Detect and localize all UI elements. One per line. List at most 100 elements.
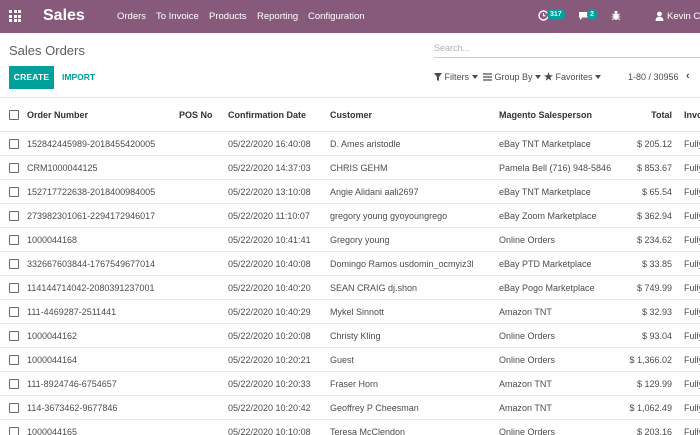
table-row[interactable]: 111-4469287-2511441 05/22/2020 10:40:29 My…	[0, 300, 700, 324]
table-row[interactable]: CRM1000044125 05/22/2020 14:37:03 CHRIS GE…	[0, 156, 700, 180]
row-checkbox[interactable]	[9, 427, 19, 435]
table-row[interactable]: 1000044165 05/22/2020 10:10:08 Teresa McCl…	[0, 420, 700, 435]
groupby-dropdown[interactable]: Group By	[483, 72, 542, 82]
customer-cell: Geoffrey P Cheesman	[330, 403, 419, 413]
row-checkbox[interactable]	[9, 187, 19, 197]
table-header: Order Number POS No Confirmation Date Cu…	[0, 98, 700, 132]
customer-cell: SEAN CRAIG dj.shon	[330, 283, 418, 293]
favorites-dropdown[interactable]: Favorites	[544, 72, 602, 82]
column-total[interactable]: Total	[626, 110, 672, 120]
debug-bug-icon[interactable]	[611, 10, 621, 21]
row-checkbox[interactable]	[9, 403, 19, 413]
row-checkbox[interactable]	[9, 379, 19, 389]
row-checkbox[interactable]	[9, 283, 19, 293]
pager-value[interactable]: 1-80 / 30956	[628, 72, 679, 82]
menu-reporting[interactable]: Reporting	[257, 11, 298, 22]
create-button[interactable]: CREATE	[9, 66, 54, 89]
search-input[interactable]: Search...	[434, 43, 470, 53]
table-row[interactable]: 114144714042-2080391237001 05/22/2020 10:…	[0, 276, 700, 300]
customer-cell: Gregory young	[330, 235, 390, 245]
confirmation-date-cell: 05/22/2020 10:40:08	[228, 259, 311, 269]
column-customer[interactable]: Customer	[330, 110, 495, 120]
confirmation-date-cell: 05/22/2020 10:40:29	[228, 307, 311, 317]
column-magento-salesperson[interactable]: Magento Salesperson	[499, 110, 624, 120]
caret-down-icon	[471, 75, 478, 79]
row-checkbox[interactable]	[9, 259, 19, 269]
user-name[interactable]: Kevin Clor (te	[667, 11, 700, 22]
row-checkbox[interactable]	[9, 355, 19, 365]
row-checkbox[interactable]	[9, 331, 19, 341]
table-row[interactable]: 273982301061-2294172946017 05/22/2020 11:…	[0, 204, 700, 228]
order-number-cell: 1000044168	[27, 235, 78, 245]
invoice-status-cell: Fully	[684, 355, 700, 365]
column-invoice-status[interactable]: Invo	[684, 110, 700, 120]
table-row[interactable]: 1000044168 05/22/2020 10:41:41 Gregory you…	[0, 228, 700, 252]
order-number-cell: 152717722638-2018400984005	[27, 187, 156, 197]
column-order-number[interactable]: Order Number	[27, 110, 177, 120]
table-row[interactable]: 332667603844-1767549677014 05/22/2020 10:…	[0, 252, 700, 276]
salesperson-cell: Amazon TNT	[499, 403, 552, 413]
order-number-cell: 332667603844-1767549677014	[27, 259, 156, 269]
order-number-cell: 1000044162	[27, 331, 78, 341]
total-cell: $ 93.04	[641, 331, 672, 341]
menu-orders[interactable]: Orders	[117, 11, 146, 22]
total-cell: $ 749.99	[636, 283, 672, 293]
customer-cell: Christy Kling	[330, 331, 381, 341]
row-checkbox[interactable]	[9, 235, 19, 245]
menu-to-invoice[interactable]: To Invoice	[156, 11, 199, 22]
customer-cell: Guest	[330, 355, 355, 365]
table-row[interactable]: 1000044164 05/22/2020 10:20:21 Guest Online…	[0, 348, 700, 372]
customer-cell: Fraser Horn	[330, 379, 379, 389]
invoice-status-cell: Fully	[684, 307, 700, 317]
order-number-cell: 111-8924746-6754657	[27, 379, 117, 389]
total-cell: $ 129.99	[636, 379, 672, 389]
activity-count-badge: 317	[547, 9, 565, 20]
order-number-cell: 1000044165	[27, 427, 78, 435]
salesperson-cell: Amazon TNT	[499, 307, 552, 317]
invoice-status-cell: Fully	[684, 379, 700, 389]
row-checkbox[interactable]	[9, 307, 19, 317]
table-row[interactable]: 111-8924746-6754657 05/22/2020 10:20:33 Fr…	[0, 372, 700, 396]
table-row[interactable]: 152717722638-2018400984005 05/22/2020 13:…	[0, 180, 700, 204]
invoice-status-cell: Fully	[684, 163, 700, 173]
confirmation-date-cell: 05/22/2020 10:20:21	[228, 355, 311, 365]
confirmation-date-cell: 05/22/2020 11:10:07	[228, 211, 310, 221]
row-checkbox[interactable]	[9, 139, 19, 149]
menu-configuration[interactable]: Configuration	[308, 11, 365, 22]
salesperson-cell: eBay TNT Marketplace	[499, 187, 591, 197]
select-all-checkbox[interactable]	[9, 110, 19, 120]
confirmation-date-cell: 05/22/2020 10:20:42	[228, 403, 311, 413]
salesperson-cell: Pamela Bell (716) 948-5846	[499, 163, 612, 173]
messages-count-badge: 2	[587, 9, 597, 20]
order-number-cell: 114-3673462-9677846	[27, 403, 118, 413]
menu-products[interactable]: Products	[209, 11, 247, 22]
star-icon	[544, 72, 553, 81]
filter-icon	[434, 73, 442, 81]
table-row[interactable]: 1000044162 05/22/2020 10:20:08 Christy Kli…	[0, 324, 700, 348]
invoice-status-cell: Fully	[684, 139, 700, 149]
total-cell: $ 65.54	[641, 187, 672, 197]
salesperson-cell: eBay TNT Marketplace	[499, 139, 591, 149]
column-confirmation-date[interactable]: Confirmation Date	[228, 110, 328, 120]
row-checkbox[interactable]	[9, 211, 19, 221]
order-number-cell: 1000044164	[27, 355, 78, 365]
table-row[interactable]: 152842445989-2018455420005 05/22/2020 16:…	[0, 132, 700, 156]
invoice-status-cell: Fully	[684, 211, 700, 221]
salesperson-cell: eBay Pogo Marketplace	[499, 283, 595, 293]
sales-orders-table: Order Number POS No Confirmation Date Cu…	[0, 97, 700, 435]
customer-cell: gregory young gyoyoungrego	[330, 211, 448, 221]
filters-dropdown[interactable]: Filters	[434, 72, 478, 82]
import-button[interactable]: IMPORT	[62, 72, 95, 82]
total-cell: $ 205.12	[636, 139, 672, 149]
row-checkbox[interactable]	[9, 163, 19, 173]
column-pos-no[interactable]: POS No	[179, 110, 224, 120]
total-cell: $ 1,366.02	[629, 355, 672, 365]
pager-previous-icon[interactable]: ‹	[686, 70, 690, 82]
table-row[interactable]: 114-3673462-9677846 05/22/2020 10:20:42 Ge…	[0, 396, 700, 420]
search-bar[interactable]: Search...	[434, 40, 700, 58]
caret-down-icon	[595, 75, 602, 79]
invoice-status-cell: Fully	[684, 235, 700, 245]
invoice-status-cell: Fully	[684, 187, 700, 197]
apps-menu-icon[interactable]	[9, 10, 21, 22]
user-avatar-icon[interactable]	[655, 11, 664, 21]
